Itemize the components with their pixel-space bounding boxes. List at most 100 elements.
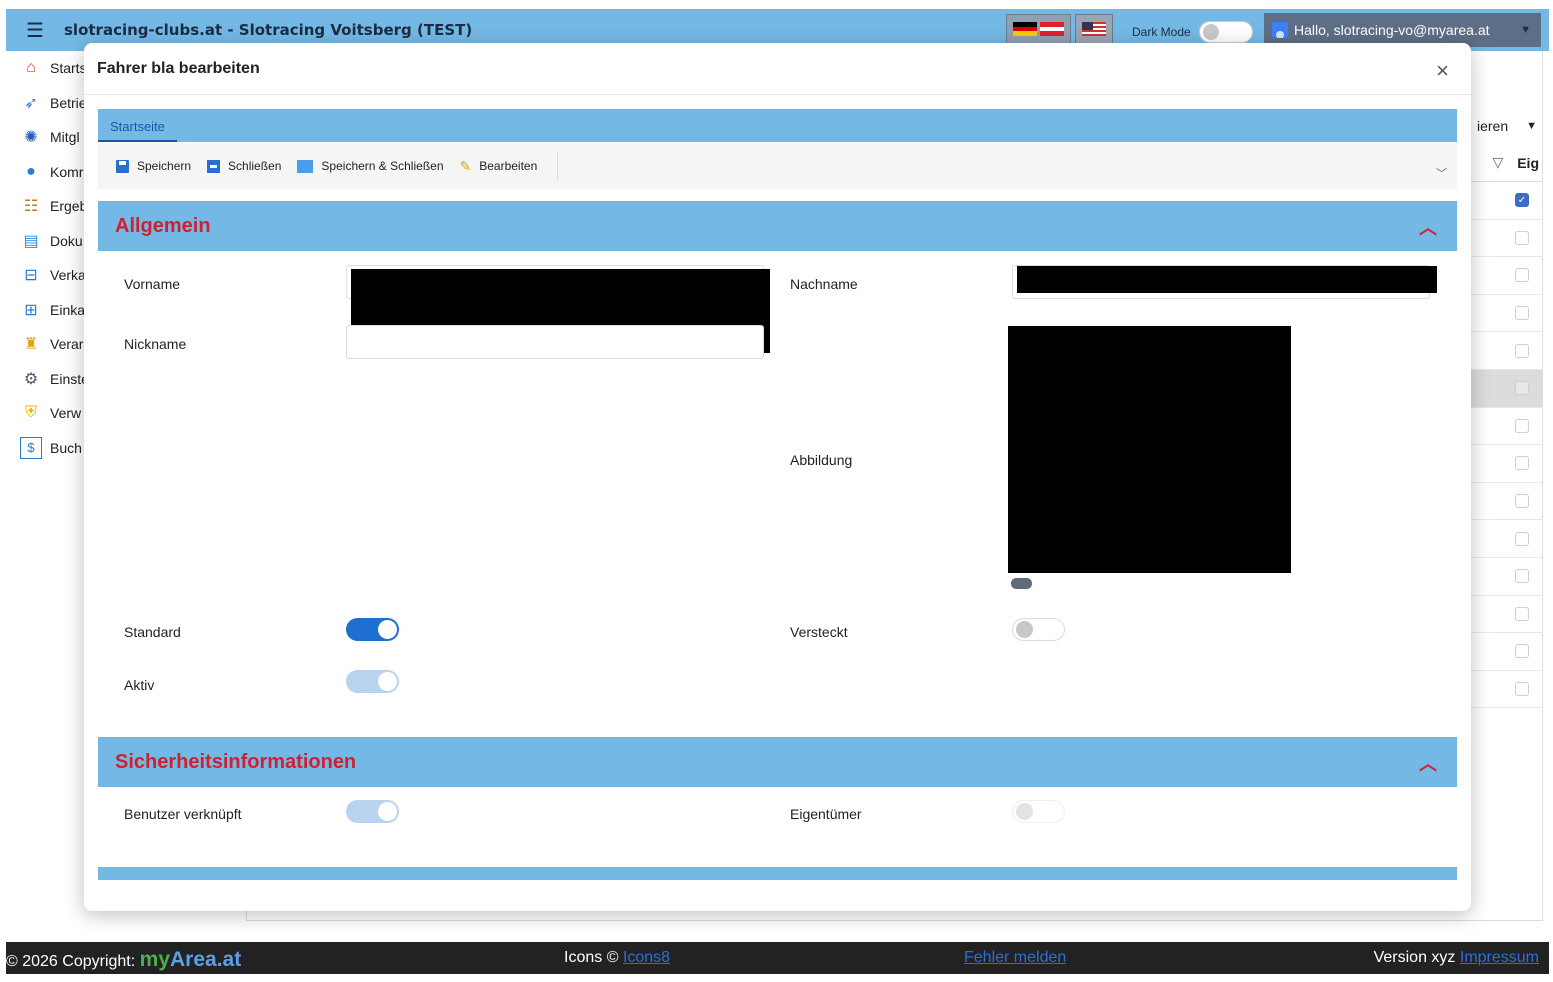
app-title: slotracing-clubs.at - Slotracing Voitsbe… bbox=[64, 21, 473, 39]
checkbox[interactable] bbox=[1515, 531, 1529, 546]
table-row[interactable] bbox=[1471, 558, 1543, 596]
table-row[interactable] bbox=[1471, 220, 1543, 258]
table-row[interactable] bbox=[1471, 671, 1543, 709]
language-en-button[interactable] bbox=[1075, 14, 1113, 44]
toggle-knob bbox=[1016, 803, 1033, 820]
bookkeeping-icon: $ bbox=[20, 436, 42, 459]
checkbox[interactable] bbox=[1515, 606, 1529, 621]
image-remove-handle[interactable] bbox=[1011, 578, 1032, 589]
icons-credit: Icons © Icons8 bbox=[564, 949, 670, 967]
benutzer-verknuepft-toggle[interactable] bbox=[346, 800, 399, 823]
checkbox[interactable]: ✓ bbox=[1515, 193, 1529, 208]
toggle-knob bbox=[378, 802, 397, 821]
menu-icon[interactable]: ☰ bbox=[6, 18, 64, 43]
image-preview[interactable] bbox=[1008, 326, 1291, 573]
sidebar-item-label: Mitgl bbox=[50, 129, 80, 146]
table-row[interactable] bbox=[1471, 633, 1543, 671]
versteckt-label: Versteckt bbox=[790, 624, 848, 640]
sidebar-item-label: Einka bbox=[50, 301, 86, 318]
icons8-link[interactable]: Icons8 bbox=[623, 949, 670, 966]
language-de-at-button[interactable] bbox=[1006, 14, 1071, 44]
eigentuemer-toggle[interactable] bbox=[1012, 800, 1065, 823]
chevron-up-icon[interactable]: ︿ bbox=[1419, 214, 1437, 240]
checkbox[interactable] bbox=[1515, 569, 1529, 584]
nickname-input[interactable] bbox=[346, 325, 764, 359]
section-footer-bar bbox=[98, 867, 1457, 880]
table-row[interactable] bbox=[1471, 408, 1543, 446]
sidebar-item-label: Ergeb bbox=[50, 198, 88, 215]
redacted-block bbox=[1017, 266, 1437, 293]
checkbox[interactable] bbox=[1515, 418, 1529, 433]
standard-label: Standard bbox=[124, 624, 181, 640]
save-and-close-button[interactable]: Speichern & Schließen bbox=[297, 159, 444, 173]
checkbox[interactable] bbox=[1515, 306, 1529, 321]
section-general-title: Allgemein bbox=[115, 214, 211, 237]
checkbox[interactable] bbox=[1515, 343, 1529, 358]
checkbox[interactable] bbox=[1515, 381, 1529, 396]
background-column-header[interactable]: ▽ Eig bbox=[1471, 144, 1543, 182]
table-row[interactable] bbox=[1471, 332, 1543, 370]
user-menu[interactable]: Hallo, slotracing-vo@myarea.at ▼ bbox=[1264, 13, 1541, 47]
save-icon bbox=[116, 159, 129, 173]
section-general-header[interactable]: Allgemein ︿ bbox=[98, 201, 1457, 251]
table-row[interactable] bbox=[1471, 295, 1543, 333]
version-text: Version xyz bbox=[1373, 949, 1456, 966]
filter-icon[interactable]: ▽ bbox=[1492, 154, 1503, 171]
chevron-down-icon[interactable]: ﹀ bbox=[1436, 165, 1447, 181]
table-row[interactable]: ✓ bbox=[1471, 182, 1543, 220]
save-button-label: Speichern bbox=[137, 159, 192, 173]
table-row[interactable] bbox=[1471, 369, 1543, 408]
toggle-knob bbox=[378, 620, 397, 639]
checkbox[interactable] bbox=[1515, 644, 1529, 659]
dialog-header: Fahrer bla bearbeiten bbox=[84, 43, 1471, 95]
sidebar-item-label: Verw bbox=[50, 405, 82, 422]
nachname-label: Nachname bbox=[790, 276, 858, 292]
checkbox[interactable] bbox=[1515, 268, 1529, 283]
section-security-header[interactable]: Sicherheitsinformationen ︿ bbox=[98, 737, 1457, 787]
toggle-knob bbox=[1016, 621, 1033, 638]
caret-down-icon: ▼ bbox=[1520, 24, 1531, 36]
checkbox[interactable] bbox=[1515, 456, 1529, 471]
sidebar-item-label: Doku bbox=[50, 232, 83, 249]
table-row[interactable] bbox=[1471, 257, 1543, 295]
section-security-title: Sicherheitsinformationen bbox=[115, 750, 357, 773]
sidebar-item-label: Buch bbox=[50, 439, 82, 456]
brand-logo-area: Area.at bbox=[170, 948, 242, 971]
report-error-link[interactable]: Fehler melden bbox=[964, 949, 1066, 966]
table-row[interactable] bbox=[1471, 520, 1543, 558]
sidebar-item-label: Starts bbox=[50, 60, 87, 77]
save-and-close-button-label: Speichern & Schließen bbox=[321, 159, 444, 173]
checkbox[interactable] bbox=[1515, 682, 1529, 697]
vorname-label: Vorname bbox=[124, 276, 181, 292]
aktiv-toggle[interactable] bbox=[346, 670, 399, 693]
edit-button[interactable]: ✎ Bearbeiten bbox=[460, 158, 538, 175]
close-icon[interactable]: × bbox=[1436, 58, 1449, 84]
table-row[interactable] bbox=[1471, 596, 1543, 634]
sidebar-item-label: Verka bbox=[50, 267, 86, 284]
dark-mode-toggle[interactable] bbox=[1198, 21, 1253, 43]
rocket-icon: ➶ bbox=[24, 94, 38, 112]
footer: © 2026 Copyright: myArea.at Icons © Icon… bbox=[6, 942, 1549, 974]
checkbox[interactable] bbox=[1515, 230, 1529, 245]
austrian-flag-icon bbox=[1040, 22, 1064, 37]
impressum-link[interactable]: Impressum bbox=[1460, 949, 1539, 966]
chevron-up-icon[interactable]: ︿ bbox=[1419, 750, 1437, 776]
checkbox[interactable] bbox=[1515, 494, 1529, 509]
tab-startseite[interactable]: Startseite bbox=[98, 109, 177, 142]
edit-button-label: Bearbeiten bbox=[479, 159, 538, 173]
standard-toggle[interactable] bbox=[346, 618, 399, 641]
nickname-label: Nickname bbox=[124, 336, 187, 352]
table-row[interactable] bbox=[1471, 445, 1543, 483]
column-header-label: Eig bbox=[1517, 154, 1539, 171]
close-button-label: Schließen bbox=[228, 159, 282, 173]
german-flag-icon bbox=[1013, 22, 1037, 37]
table-row[interactable] bbox=[1471, 483, 1543, 521]
benutzer-verknuepft-label: Benutzer verknüpft bbox=[124, 806, 242, 822]
versteckt-toggle[interactable] bbox=[1012, 618, 1065, 641]
background-dropdown[interactable]: ieren ▼ bbox=[1471, 108, 1543, 144]
abbildung-label: Abbildung bbox=[790, 452, 853, 468]
close-button[interactable]: Schließen bbox=[207, 159, 281, 173]
background-dropdown-label: ieren bbox=[1477, 118, 1509, 134]
pencil-icon: ✎ bbox=[459, 157, 472, 174]
save-button[interactable]: Speichern bbox=[116, 159, 191, 173]
